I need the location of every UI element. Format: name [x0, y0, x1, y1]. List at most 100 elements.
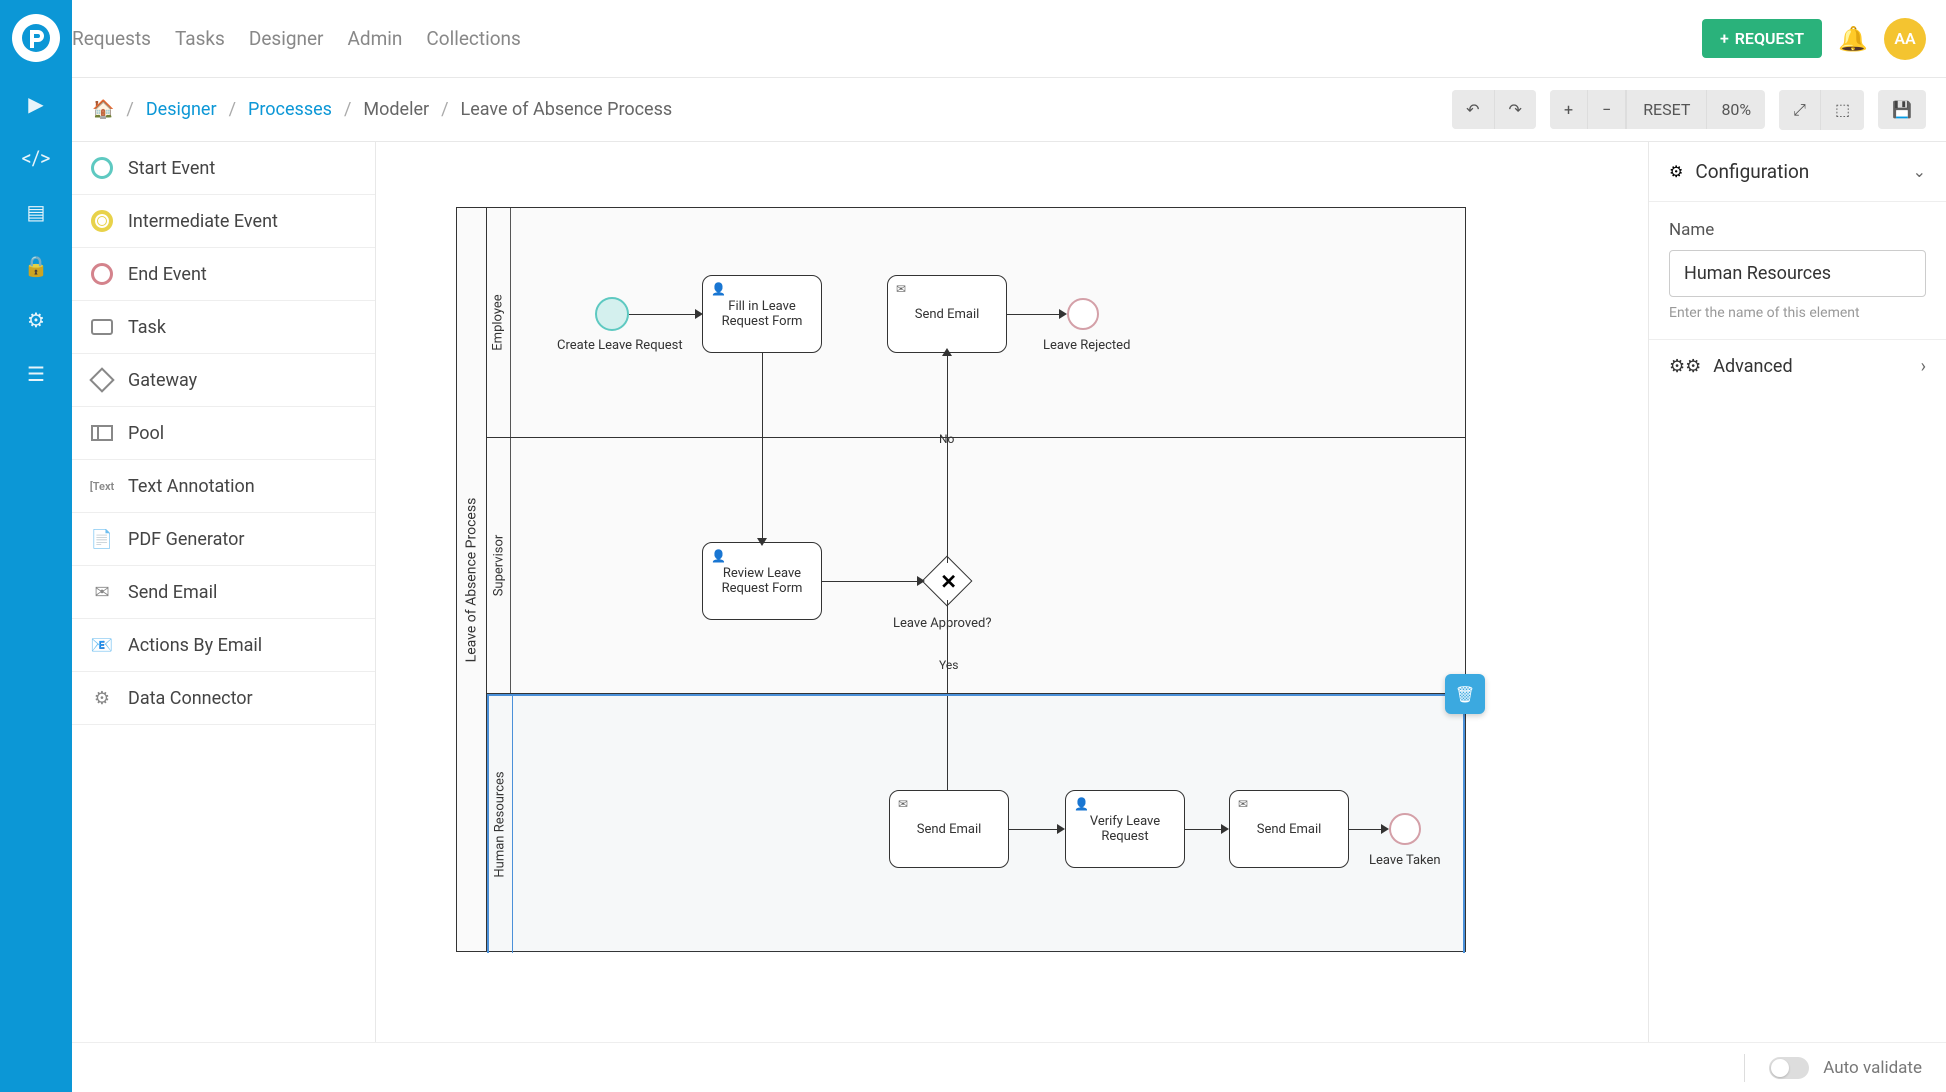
palette-end-event[interactable]: End Event	[72, 248, 375, 301]
flow-arrow	[822, 581, 922, 582]
gears-icon: ⚙⚙	[1669, 356, 1701, 377]
lane-title: Human Resources	[489, 696, 513, 953]
bell-icon[interactable]: 🔔	[1838, 25, 1868, 53]
advanced-label: Advanced	[1713, 356, 1792, 377]
save-button[interactable]: 💾	[1878, 90, 1926, 129]
palette-start-event[interactable]: Start Event	[72, 142, 375, 195]
email-icon: ✉	[896, 282, 906, 296]
map-button[interactable]: ⬚	[1821, 90, 1864, 130]
palette-label: PDF Generator	[128, 529, 245, 550]
task-review-form[interactable]: 👤Review Leave Request Form	[702, 542, 822, 620]
nav-admin[interactable]: Admin	[348, 27, 403, 50]
rail-gear-icon[interactable]: ⚙	[27, 308, 45, 332]
breadcrumb-sep: /	[126, 99, 133, 120]
palette-intermediate-event[interactable]: Intermediate Event	[72, 195, 375, 248]
zoom-group: + − RESET 80%	[1550, 90, 1765, 129]
nav-collections[interactable]: Collections	[426, 27, 520, 50]
name-hint: Enter the name of this element	[1669, 305, 1926, 321]
zoom-out-button[interactable]: −	[1588, 90, 1626, 129]
canvas[interactable]: Leave of Absence Process Employee Create…	[376, 142, 1648, 1092]
palette-label: Send Email	[128, 582, 217, 603]
zoom-percent: 80%	[1707, 90, 1765, 129]
panel-advanced[interactable]: ⚙⚙ Advanced ›	[1649, 339, 1946, 393]
gateway-approved[interactable]	[922, 556, 973, 607]
palette-data-connector[interactable]: ⚙Data Connector	[72, 672, 375, 725]
flow-arrow	[1009, 829, 1061, 830]
delete-lane-button[interactable]: 🗑	[1445, 674, 1485, 714]
task-text: Send Email	[915, 307, 980, 322]
trash-icon: 🗑	[1455, 685, 1475, 704]
lane-title-text: Supervisor	[491, 535, 506, 597]
flow-arrow	[1007, 314, 1063, 315]
task-text: Verify Leave Request	[1070, 814, 1180, 844]
palette-label: End Event	[128, 264, 207, 285]
main: Start Event Intermediate Event End Event…	[72, 142, 1946, 1092]
breadcrumb-current: Leave of Absence Process	[461, 99, 673, 120]
task-send-email-2[interactable]: ✉Send Email	[889, 790, 1009, 868]
palette-label: Intermediate Event	[128, 211, 278, 232]
auto-validate-toggle[interactable]	[1769, 1057, 1809, 1079]
node-label: Leave Rejected	[1043, 338, 1130, 353]
redo-button[interactable]: ↷	[1495, 90, 1536, 129]
arrowhead-icon	[942, 348, 952, 356]
toolbar-controls: ↶ ↷ + − RESET 80% ⤢ ⬚ 💾	[1452, 90, 1926, 130]
palette-label: Task	[128, 317, 166, 338]
task-fill-form[interactable]: 👤Fill in Leave Request Form	[702, 275, 822, 353]
gateway-icon	[90, 368, 114, 392]
nav-requests[interactable]: Requests	[72, 27, 151, 50]
undo-button[interactable]: ↶	[1452, 90, 1494, 129]
email-icon: ✉	[1238, 797, 1248, 811]
start-event-node[interactable]	[595, 297, 629, 331]
name-input[interactable]	[1669, 250, 1926, 297]
palette-send-email[interactable]: ✉Send Email	[72, 566, 375, 619]
breadcrumb-designer[interactable]: Designer	[146, 99, 217, 120]
breadcrumb-processes[interactable]: Processes	[248, 99, 332, 120]
palette-label: Actions By Email	[128, 635, 262, 656]
rail-file-icon[interactable]: ▤	[27, 200, 46, 224]
rail-lock-icon[interactable]: 🔒	[24, 254, 49, 278]
palette-pdf-generator[interactable]: 📄PDF Generator	[72, 513, 375, 566]
palette-actions-by-email[interactable]: 📧 Actions By Email	[72, 619, 375, 672]
nav-designer[interactable]: Designer	[249, 27, 324, 50]
node-label: Create Leave Request	[557, 338, 683, 353]
breadcrumb-sep: /	[441, 99, 448, 120]
breadcrumb: 🏠 / Designer / Processes / Modeler / Lea…	[92, 99, 672, 120]
task-send-email-3[interactable]: ✉Send Email	[1229, 790, 1349, 868]
palette-label: Gateway	[128, 370, 197, 391]
palette-task[interactable]: Task	[72, 301, 375, 354]
end-event-rejected[interactable]	[1067, 298, 1099, 330]
avatar[interactable]: AA	[1884, 18, 1926, 60]
lane-supervisor[interactable]: Supervisor 👤Review Leave Request Form Le…	[487, 438, 1465, 694]
new-request-button[interactable]: +REQUEST	[1702, 19, 1822, 58]
actions-email-icon: 📧	[90, 633, 114, 657]
flow-arrow	[947, 353, 948, 563]
rail-play-icon[interactable]: ▶	[28, 92, 43, 116]
end-event-icon	[90, 262, 114, 286]
panel-header-configuration[interactable]: ⚙ Configuration ⌄	[1649, 142, 1946, 202]
end-event-taken[interactable]	[1389, 813, 1421, 845]
rail-list-icon[interactable]: ☰	[27, 362, 45, 386]
flow-arrow	[1185, 829, 1225, 830]
palette-pool[interactable]: Pool	[72, 407, 375, 460]
bpmn-pool[interactable]: Leave of Absence Process Employee Create…	[456, 207, 1466, 952]
pool-title: Leave of Absence Process	[457, 208, 487, 951]
rail-code-icon[interactable]: </>	[22, 146, 51, 170]
zoom-in-button[interactable]: +	[1550, 90, 1588, 129]
user-icon: 👤	[711, 549, 726, 563]
text-annotation-icon: [Text	[90, 474, 114, 498]
lane-title: Employee	[487, 208, 511, 437]
app-logo[interactable]	[12, 14, 60, 62]
lane-human-resources[interactable]: Human Resources ✉Send Email 👤Verify Leav…	[487, 694, 1465, 953]
name-label: Name	[1669, 220, 1926, 240]
zoom-reset-button[interactable]: RESET	[1626, 90, 1707, 129]
task-send-email-1[interactable]: ✉ Send Email	[887, 275, 1007, 353]
breadcrumb-home-icon[interactable]: 🏠	[92, 99, 114, 120]
chevron-down-icon: ⌄	[1913, 162, 1926, 181]
lane-employee[interactable]: Employee Create Leave Request 👤Fill in L…	[487, 208, 1465, 438]
fit-button[interactable]: ⤢	[1779, 90, 1821, 130]
nav-tasks[interactable]: Tasks	[175, 27, 225, 50]
task-verify-leave[interactable]: 👤Verify Leave Request	[1065, 790, 1185, 868]
palette-text-annotation[interactable]: [TextText Annotation	[72, 460, 375, 513]
arrowhead-icon	[1059, 309, 1067, 319]
palette-gateway[interactable]: Gateway	[72, 354, 375, 407]
